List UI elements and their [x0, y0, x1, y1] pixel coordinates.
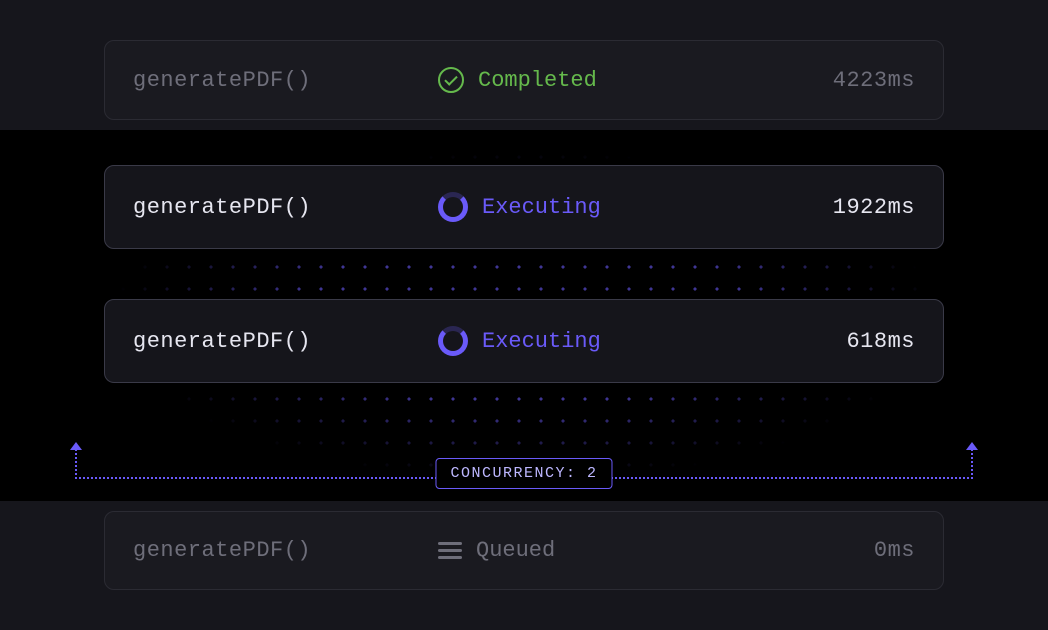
function-name: generatePDF()	[133, 538, 438, 563]
status-cell: Executing	[438, 326, 846, 356]
spinner-icon	[438, 192, 468, 222]
executing-section: generatePDF() Executing 1922ms generateP…	[0, 130, 1048, 501]
concurrency-badge: CONCURRENCY: 2	[435, 458, 612, 489]
status-label: Queued	[476, 538, 555, 563]
function-name: generatePDF()	[133, 195, 438, 220]
spinner-icon	[438, 326, 468, 356]
timing-value: 4223ms	[833, 68, 915, 93]
task-row-executing: generatePDF() Executing 1922ms	[104, 165, 944, 249]
queue-icon	[438, 542, 462, 559]
task-row-queued: generatePDF() Queued 0ms	[104, 511, 944, 590]
queued-section: generatePDF() Queued 0ms	[0, 501, 1048, 630]
status-label: Completed	[478, 68, 597, 93]
timing-value: 0ms	[874, 538, 915, 563]
task-row-executing: generatePDF() Executing 618ms	[104, 299, 944, 383]
check-icon	[438, 67, 464, 93]
function-name: generatePDF()	[133, 329, 438, 354]
function-name: generatePDF()	[133, 68, 438, 93]
task-row-completed: generatePDF() Completed 4223ms	[104, 40, 944, 120]
status-cell: Executing	[438, 192, 833, 222]
timing-value: 618ms	[846, 329, 915, 354]
status-cell: Completed	[438, 67, 833, 93]
status-cell: Queued	[438, 538, 874, 563]
timing-value: 1922ms	[833, 195, 915, 220]
completed-section: generatePDF() Completed 4223ms	[0, 0, 1048, 130]
status-label: Executing	[482, 195, 601, 220]
status-label: Executing	[482, 329, 601, 354]
